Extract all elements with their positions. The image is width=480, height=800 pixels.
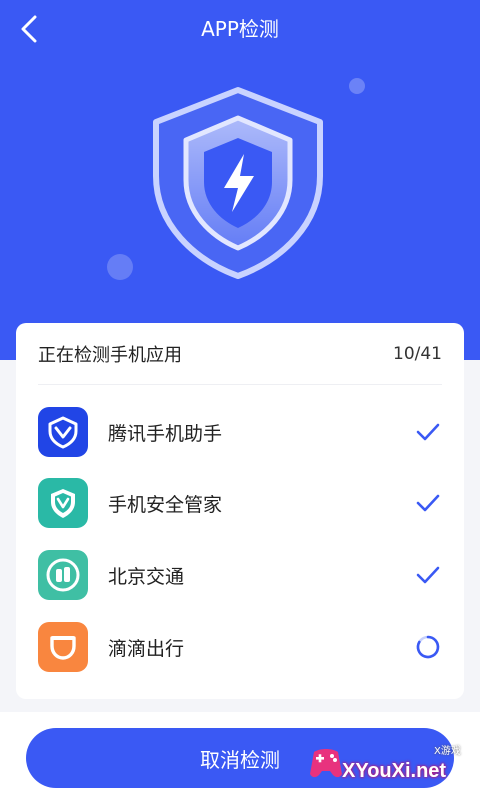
list-item: 北京交通 [38, 549, 442, 601]
check-icon [414, 561, 442, 589]
scan-header: 正在检测手机应用 10/41 [38, 323, 442, 385]
security-shield-icon [38, 478, 88, 528]
decor-dot [107, 254, 133, 280]
scan-heading: 正在检测手机应用 [38, 344, 182, 366]
app-name: 北京交通 [108, 565, 185, 588]
list-item: 腾讯手机助手 [38, 406, 442, 458]
list-item: 滴滴出行 [38, 621, 442, 673]
tencent-shield-icon [38, 407, 88, 457]
watermark-text: XYouXi.net [342, 760, 447, 782]
check-icon [414, 418, 442, 446]
list-item: 手机安全管家 [38, 477, 442, 529]
loading-spinner-icon [414, 633, 442, 661]
scan-progress: 10/41 [393, 343, 442, 364]
app-name: 滴滴出行 [108, 637, 185, 660]
didi-icon [38, 622, 88, 672]
watermark-subtext: X游戏 [434, 746, 461, 757]
shield-lightning-icon [153, 87, 323, 279]
gamepad-logo-icon [310, 749, 342, 778]
page-title: APP检测 [201, 17, 279, 41]
hero-banner: APP检测 [0, 0, 480, 360]
app-name: 腾讯手机助手 [108, 422, 223, 445]
decor-dot [349, 78, 365, 94]
app-name: 手机安全管家 [108, 493, 223, 516]
bus-icon [38, 550, 88, 600]
watermark: XYouXi.net X游戏 [306, 742, 476, 798]
scan-card: 正在检测手机应用 10/41 腾讯手机助手 手机安全管家 北京交通 滴滴出行 [16, 323, 464, 699]
check-icon [414, 489, 442, 517]
